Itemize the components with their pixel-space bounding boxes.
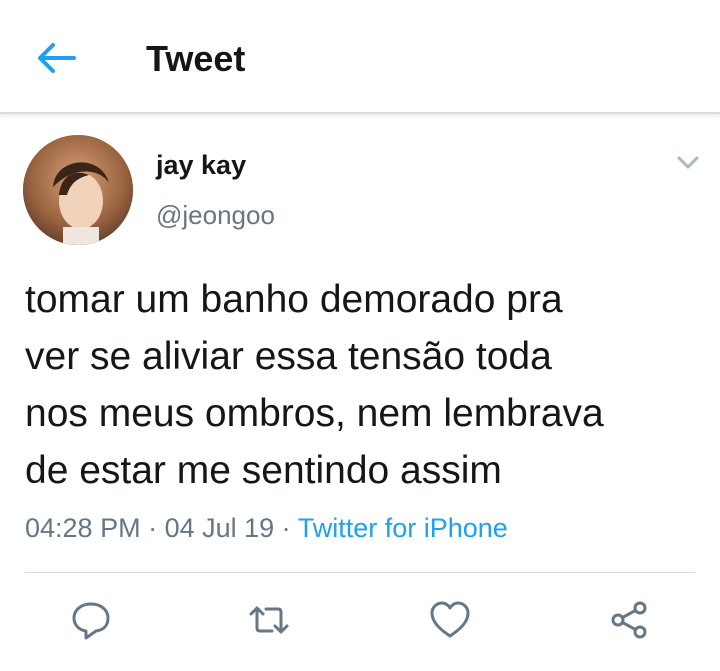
avatar[interactable] bbox=[23, 135, 133, 245]
meta-separator: · bbox=[274, 513, 298, 543]
action-bar bbox=[0, 590, 720, 650]
tweet-date: 04 Jul 19 bbox=[164, 513, 275, 543]
divider bbox=[25, 572, 695, 573]
author-handle[interactable]: @jeongoo bbox=[156, 200, 275, 231]
retweet-icon bbox=[249, 606, 289, 634]
share-icon bbox=[611, 601, 647, 639]
tweet-time: 04:28 PM bbox=[25, 513, 141, 543]
chevron-down-icon bbox=[677, 156, 699, 169]
heart-icon bbox=[430, 601, 470, 638]
author-name[interactable]: jay kay bbox=[156, 150, 246, 181]
like-button[interactable] bbox=[428, 598, 472, 642]
retweet-button[interactable] bbox=[247, 598, 291, 642]
avatar-image bbox=[23, 135, 133, 245]
reply-icon bbox=[72, 602, 110, 640]
tweet-options-button[interactable] bbox=[674, 152, 702, 174]
top-bar: Tweet bbox=[0, 0, 720, 114]
reply-button[interactable] bbox=[69, 598, 113, 642]
tweet-source-link[interactable]: Twitter for iPhone bbox=[298, 513, 508, 543]
tweet-meta: 04:28 PM · 04 Jul 19 · Twitter for iPhon… bbox=[25, 513, 508, 544]
tweet-text: tomar um banho demorado pra ver se alivi… bbox=[25, 278, 604, 492]
share-button[interactable] bbox=[607, 598, 651, 642]
meta-separator: · bbox=[140, 513, 165, 543]
back-button[interactable] bbox=[34, 40, 78, 76]
arrow-left-icon bbox=[38, 43, 76, 73]
page-title: Tweet bbox=[146, 38, 246, 79]
